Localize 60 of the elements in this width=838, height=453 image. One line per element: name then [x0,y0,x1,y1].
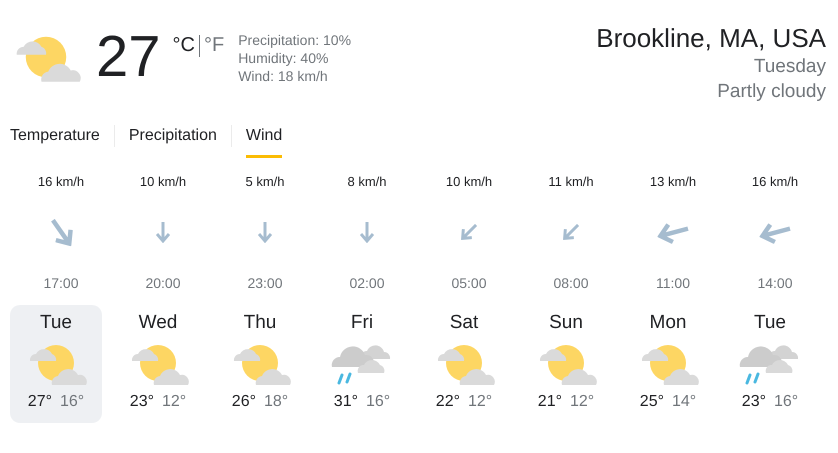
high-temperature: 23° [742,393,766,411]
day-name: Wed [138,311,178,335]
unit-toggle[interactable]: °C [168,34,199,57]
day-forecast-card[interactable]: Thu 26° 18° [214,305,306,423]
high-temperature: 26° [232,393,256,411]
weather-detail: Wind: 18 km/h [238,67,329,85]
wind-speed: 16 km/h [752,174,798,189]
low-temperature: 12° [468,393,492,411]
day-forecast-card[interactable]: Wed 23° 12° [112,305,204,423]
low-temperature: 18° [264,393,288,411]
tab[interactable]: Wind [246,114,282,158]
low-temperature: 12° [162,393,186,411]
high-temperature: 23° [130,393,154,411]
location-title: Brookline, MA, USA [596,22,826,54]
temperature-value: 27 [96,26,161,88]
day-forecast-card[interactable]: Mon 25° 14° [622,305,714,423]
day-name: Mon [650,311,686,335]
weather-detail: Precipitation: 10% [238,31,352,49]
low-temperature: 12° [570,393,594,411]
high-temperature: 31° [334,393,358,411]
day-label: Tuesday [754,55,826,79]
day-forecast-card[interactable]: Fri 31° 16° [316,305,408,423]
low-temperature: 14° [672,393,696,411]
day-forecast-card[interactable]: Sun 21° 12° [520,305,612,423]
hour-label: 05:00 [451,275,487,291]
hour-label: 02:00 [349,275,385,291]
hour-label: 17:00 [43,275,79,291]
hour-label: 14:00 [757,275,793,291]
tab[interactable]: Temperature [10,114,100,158]
day-name: Tue [754,311,786,335]
day-name: Tue [40,311,72,335]
high-temperature: 22° [436,393,460,411]
wind-speed: 10 km/h [446,174,492,189]
tab[interactable]: Precipitation [128,114,217,158]
day-forecast-card[interactable]: Tue 23° 16° [724,305,816,423]
high-temperature: 21° [538,393,562,411]
low-temperature: 16° [774,393,798,411]
day-name: Sun [549,311,583,335]
high-temperature: 27° [28,393,52,411]
wind-speed: 16 km/h [38,174,84,189]
low-temperature: 16° [60,393,84,411]
wind-speed: 10 km/h [140,174,186,189]
day-forecast-card[interactable]: Tue 27° 16° [10,305,102,423]
wind-speed: 13 km/h [650,174,696,189]
condition-label: Partly cloudy [717,80,826,104]
wind-speed: 8 km/h [347,174,386,189]
hour-label: 08:00 [553,275,589,291]
hour-label: 20:00 [145,275,181,291]
weather-detail: Humidity: 40% [238,49,330,67]
wind-speed: 11 km/h [548,174,594,189]
hour-label: 11:00 [656,275,690,291]
day-name: Thu [244,311,276,335]
high-temperature: 25° [640,393,664,411]
unit-toggle[interactable]: °F [200,34,228,57]
wind-speed: 5 km/h [245,174,284,189]
day-name: Sat [450,311,478,335]
day-forecast-card[interactable]: Sat 22° 12° [418,305,510,423]
low-temperature: 16° [366,393,390,411]
day-name: Fri [350,311,374,335]
hour-label: 23:00 [247,275,283,291]
